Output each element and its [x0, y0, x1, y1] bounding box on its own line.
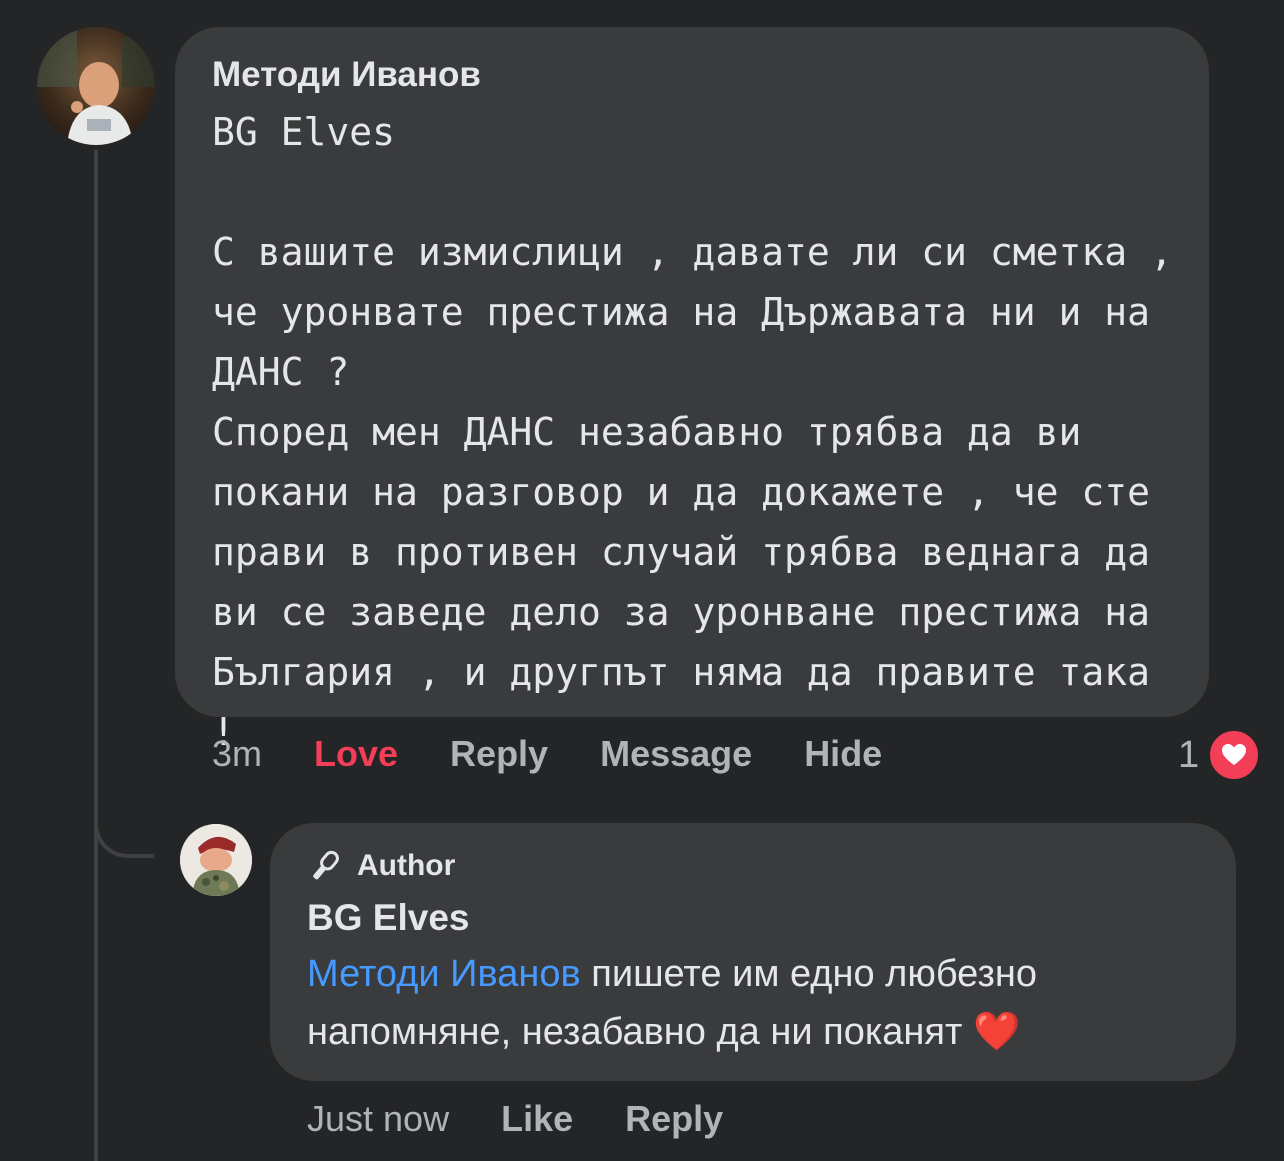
love-button[interactable]: Love: [314, 733, 398, 775]
reply-reply-button[interactable]: Reply: [625, 1098, 723, 1140]
author-badge: Author: [307, 848, 455, 884]
avatar-photo: [37, 27, 155, 145]
reaction-count: 1: [1178, 733, 1200, 776]
microphone-icon: [307, 848, 343, 884]
comment-time[interactable]: 3m: [212, 733, 262, 775]
reply-time[interactable]: Just now: [307, 1098, 449, 1140]
heart-icon: [1207, 728, 1262, 782]
heart-emoji: ❤️: [972, 1011, 1021, 1053]
avatar-cartoon: [180, 824, 252, 896]
author-badge-label: Author: [357, 849, 456, 882]
mention-link[interactable]: Методи Иванов: [307, 953, 581, 995]
comment-author-name[interactable]: Методи Иванов: [212, 55, 481, 95]
reaction-summary[interactable]: 1: [1178, 728, 1262, 782]
avatar[interactable]: [180, 824, 252, 896]
comment-actions: 3m Love Reply Message Hide: [212, 733, 934, 775]
thread-connector: [94, 790, 154, 858]
reply-text: Методи Иванов пишете им едно любезно нап…: [307, 945, 1217, 1061]
comment-text: BG Elves С вашите измислици , давате ли …: [212, 110, 1173, 754]
thread-line: [94, 150, 98, 1161]
reply-actions: Just now Like Reply: [307, 1098, 775, 1140]
hide-button[interactable]: Hide: [804, 733, 882, 775]
avatar[interactable]: [37, 27, 155, 145]
reply-author-name[interactable]: BG Elves: [307, 897, 469, 939]
message-button[interactable]: Message: [600, 733, 752, 775]
reply-button[interactable]: Reply: [450, 733, 548, 775]
like-button[interactable]: Like: [501, 1098, 573, 1140]
